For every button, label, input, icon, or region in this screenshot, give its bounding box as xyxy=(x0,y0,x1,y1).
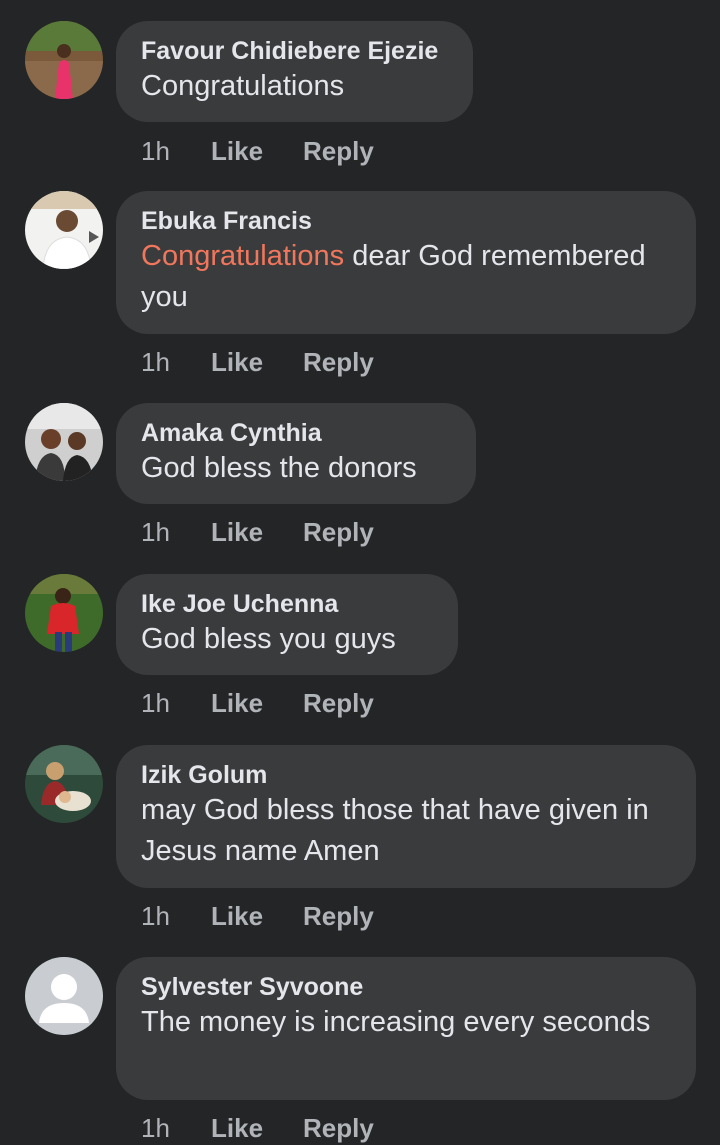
comment-bubble: Ebuka Francis Congratulations dear God r… xyxy=(116,191,696,334)
comment-bubble: Amaka Cynthia God bless the donors xyxy=(116,403,476,504)
comment-author[interactable]: Sylvester Syvoone xyxy=(141,972,671,1002)
reply-button[interactable]: Reply xyxy=(303,516,374,548)
reply-button[interactable]: Reply xyxy=(303,687,374,719)
comment-text: God bless you guys xyxy=(141,623,396,655)
profile-photo-icon xyxy=(25,191,103,269)
reply-button[interactable]: Reply xyxy=(303,900,374,932)
avatar[interactable] xyxy=(25,745,103,823)
comment-actions: 1h Like Reply xyxy=(141,1112,374,1144)
comment-timestamp[interactable]: 1h xyxy=(141,135,211,167)
avatar[interactable] xyxy=(25,574,103,652)
comment-text: Congratulations xyxy=(141,70,345,102)
comment-timestamp[interactable]: 1h xyxy=(141,346,211,378)
comment-author[interactable]: Ike Joe Uchenna xyxy=(141,589,433,619)
default-user-icon xyxy=(25,957,103,1035)
profile-photo-icon xyxy=(25,21,103,99)
avatar[interactable] xyxy=(25,191,103,269)
avatar[interactable] xyxy=(25,957,103,1035)
comment-author[interactable]: Amaka Cynthia xyxy=(141,418,451,448)
comment-timestamp[interactable]: 1h xyxy=(141,516,211,548)
comment-timestamp[interactable]: 1h xyxy=(141,1112,211,1144)
avatar[interactable] xyxy=(25,21,103,99)
comment-list: Favour Chidiebere Ejezie Congratulations… xyxy=(0,0,720,1145)
reply-button[interactable]: Reply xyxy=(303,346,374,378)
profile-photo-icon xyxy=(25,745,103,823)
comment-bubble: Favour Chidiebere Ejezie Congratulations xyxy=(116,21,473,122)
comment-author[interactable]: Favour Chidiebere Ejezie xyxy=(141,36,448,66)
comment-actions: 1h Like Reply xyxy=(141,346,374,378)
comment-mention[interactable]: Congratulations xyxy=(141,240,344,272)
reply-button[interactable]: Reply xyxy=(303,135,374,167)
like-button[interactable]: Like xyxy=(211,1112,303,1144)
comment-bubble: Sylvester Syvoone The money is increasin… xyxy=(116,957,696,1100)
comment-text: Congratulations dear God remembered you xyxy=(141,236,671,318)
comment-author[interactable]: Izik Golum xyxy=(141,760,671,790)
comment-actions: 1h Like Reply xyxy=(141,900,374,932)
profile-photo-icon xyxy=(25,574,103,652)
comment-actions: 1h Like Reply xyxy=(141,516,374,548)
comment-bubble: Ike Joe Uchenna God bless you guys xyxy=(116,574,458,675)
reply-button[interactable]: Reply xyxy=(303,1112,374,1144)
comment-author[interactable]: Ebuka Francis xyxy=(141,206,671,236)
comment-bubble: Izik Golum may God bless those that have… xyxy=(116,745,696,888)
like-button[interactable]: Like xyxy=(211,900,303,932)
comment-timestamp[interactable]: 1h xyxy=(141,900,211,932)
comment-timestamp[interactable]: 1h xyxy=(141,687,211,719)
like-button[interactable]: Like xyxy=(211,516,303,548)
comment-actions: 1h Like Reply xyxy=(141,687,374,719)
comment-text: may God bless those that have given in J… xyxy=(141,794,649,867)
comment-text: The money is increasing every seconds xyxy=(141,1006,651,1038)
like-button[interactable]: Like xyxy=(211,135,303,167)
profile-photo-icon xyxy=(25,403,103,481)
like-button[interactable]: Like xyxy=(211,346,303,378)
avatar[interactable] xyxy=(25,403,103,481)
comment-actions: 1h Like Reply xyxy=(141,135,374,167)
like-button[interactable]: Like xyxy=(211,687,303,719)
comment-text: God bless the donors xyxy=(141,452,417,484)
